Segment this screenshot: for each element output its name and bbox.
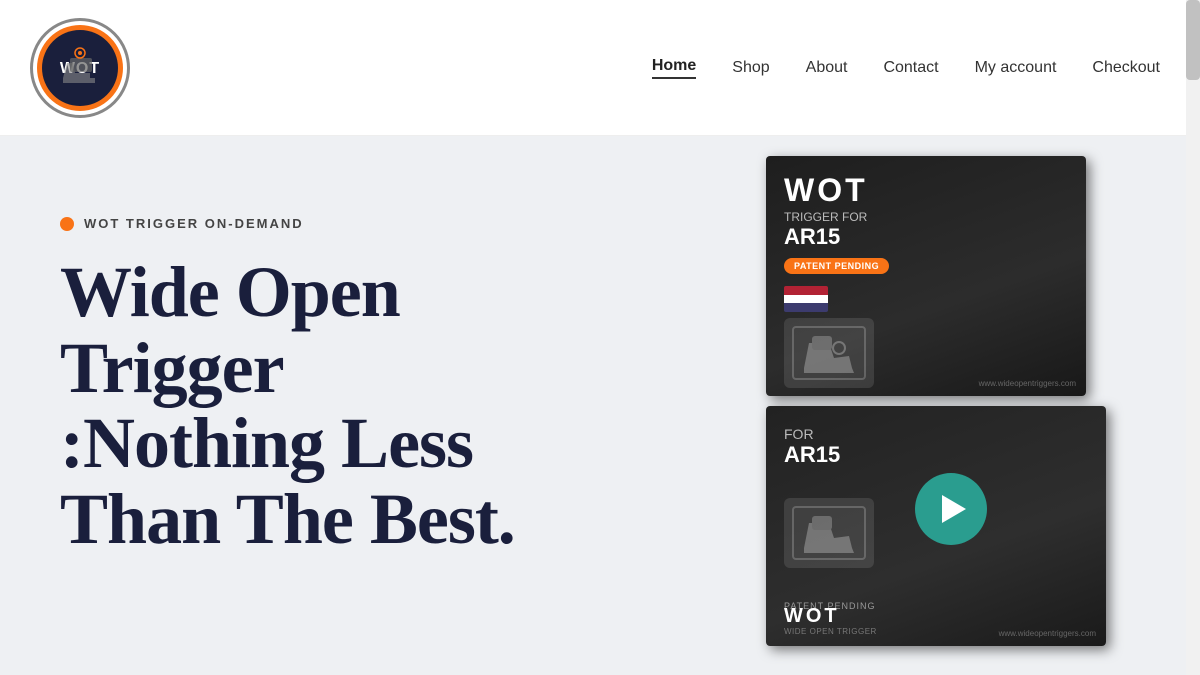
site-logo: WOT [30, 18, 130, 118]
product-patent-top: PATENT PENDING [784, 258, 889, 274]
hero-title-line1: Wide Open [60, 252, 400, 332]
hero-text: WOT TRIGGER ON-DEMAND Wide Open Trigger … [60, 196, 640, 557]
nav-about[interactable]: About [806, 59, 848, 77]
hero-badge-row: WOT TRIGGER ON-DEMAND [60, 216, 640, 231]
product-trigger-img-top [784, 318, 874, 388]
main-nav: Home Shop About Contact My account Check… [652, 57, 1160, 79]
hero-product-image: WOT TRIGGER FOR AR15 PATENT PENDING www.… [736, 136, 1186, 675]
nav-home[interactable]: Home [652, 57, 696, 79]
product-brand-bottom: WOT [784, 605, 840, 628]
product-brand-top: WOT [784, 172, 1068, 209]
product-website-top: www.wideopentriggers.com [979, 379, 1076, 388]
logo-container[interactable]: WOT [30, 18, 130, 118]
hero-section: WOT TRIGGER ON-DEMAND Wide Open Trigger … [0, 136, 1186, 675]
product-ar15-top: AR15 [784, 224, 1068, 250]
product-flag-top [784, 286, 828, 312]
product-trigger-for: TRIGGER FOR [784, 210, 1068, 224]
hero-title-line2: Trigger [60, 328, 284, 408]
play-button[interactable] [915, 473, 987, 545]
nav-checkout[interactable]: Checkout [1092, 59, 1160, 77]
product-website-bottom: www.wideopentriggers.com [999, 629, 1096, 638]
hero-title-line3: :Nothing Less [60, 403, 473, 483]
scrollbar[interactable] [1186, 0, 1200, 675]
nav-my-account[interactable]: My account [975, 59, 1057, 77]
site-header: WOT Home Shop About Contact My account C… [0, 0, 1200, 136]
product-box-top: WOT TRIGGER FOR AR15 PATENT PENDING www.… [766, 156, 1086, 396]
hero-badge-label: WOT TRIGGER ON-DEMAND [84, 216, 304, 231]
product-ar15-bottom: AR15 [784, 442, 1088, 468]
play-icon [942, 495, 966, 523]
badge-dot-icon [60, 217, 74, 231]
nav-contact[interactable]: Contact [883, 59, 938, 77]
product-trigger-img-bottom [784, 498, 874, 568]
hero-title: Wide Open Trigger :Nothing Less Than The… [60, 255, 640, 557]
nav-shop[interactable]: Shop [732, 59, 769, 77]
scrollbar-thumb[interactable] [1186, 0, 1200, 80]
product-open-trigger-label: WIDE OPEN TRIGGER [784, 627, 877, 636]
hero-title-line4: Than The Best. [60, 479, 515, 559]
